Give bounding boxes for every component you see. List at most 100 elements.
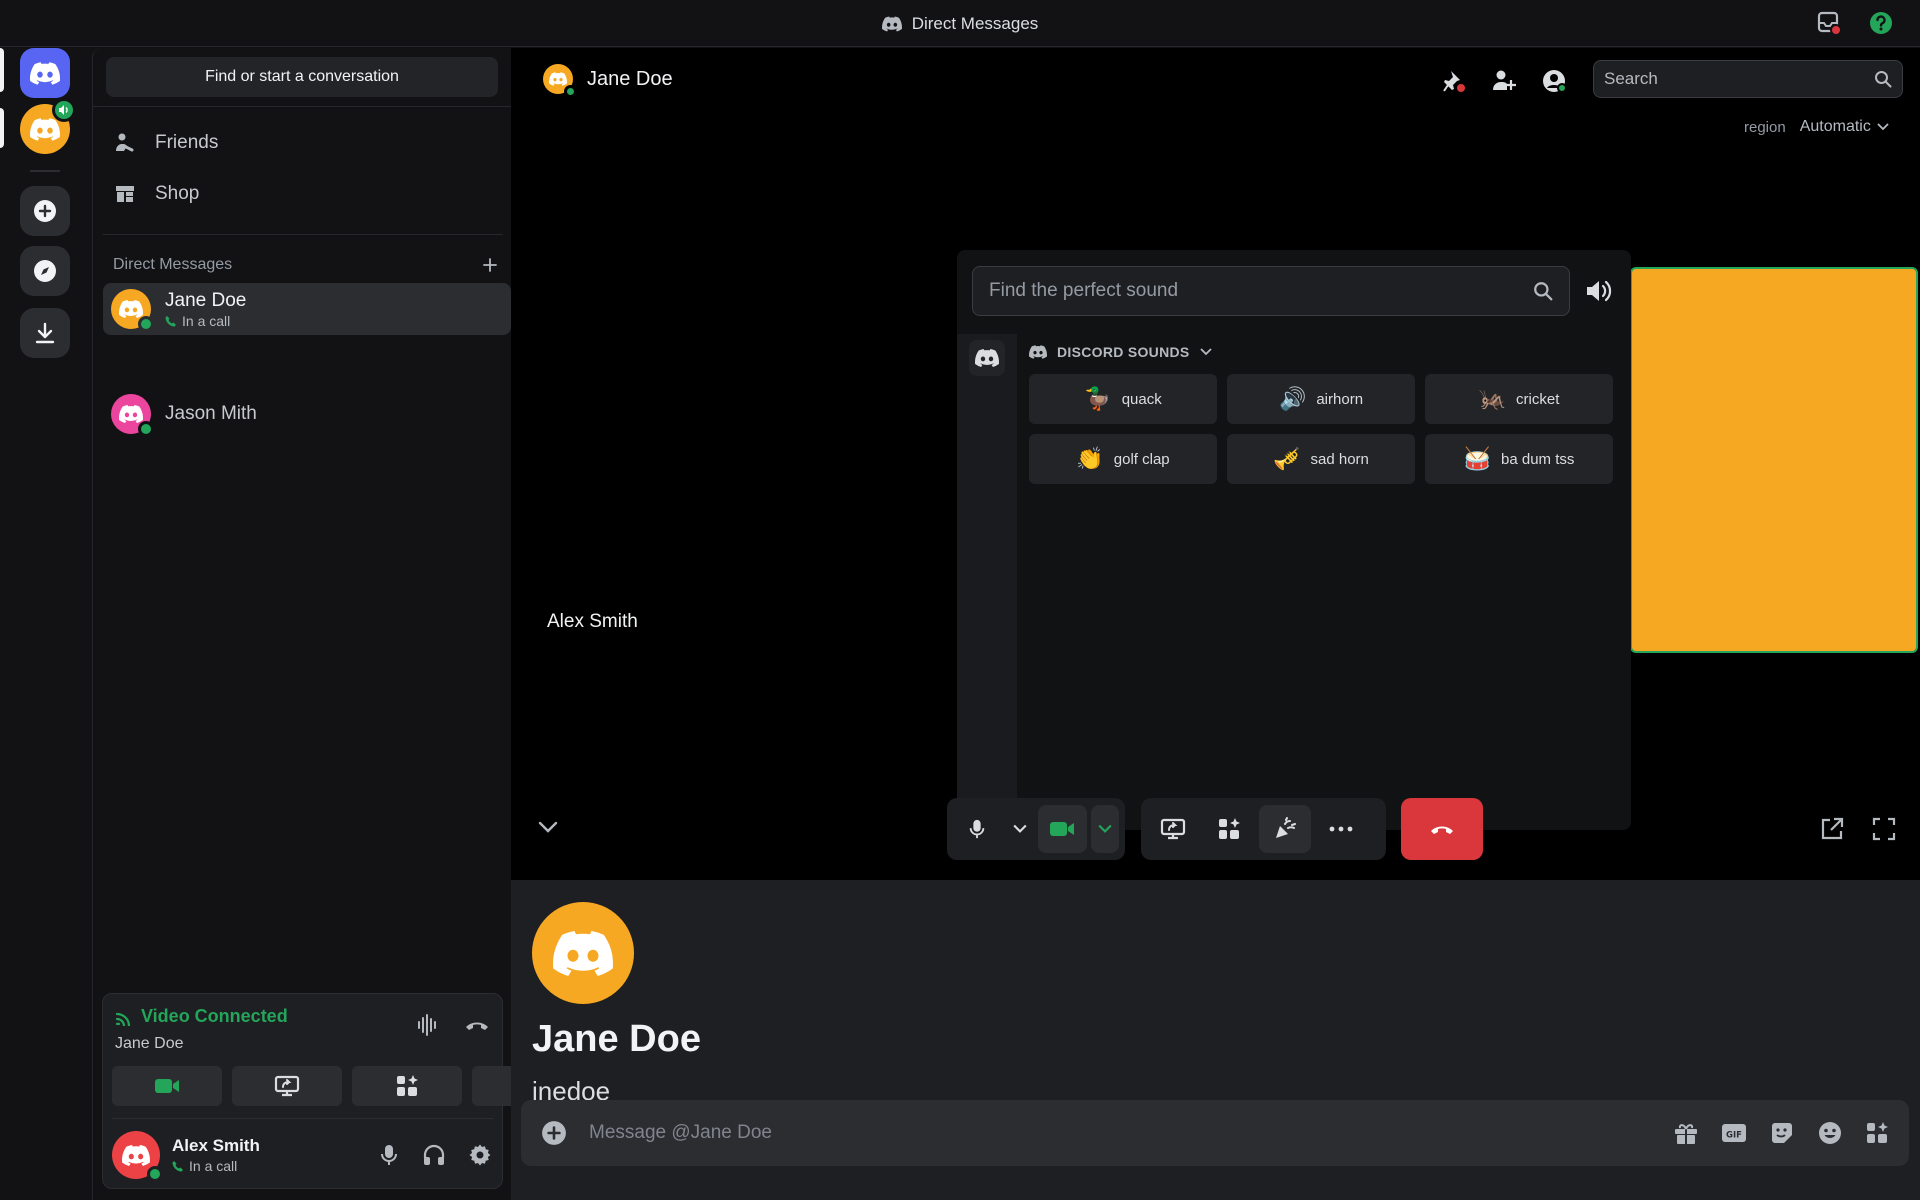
- camera-options-button[interactable]: [1090, 805, 1119, 853]
- speaker-icon: 🔊: [1278, 386, 1307, 412]
- activities-button[interactable]: [1203, 805, 1255, 853]
- discord-sounds-category-button[interactable]: [969, 340, 1005, 376]
- avatar[interactable]: [543, 64, 577, 98]
- dm-header-label: Direct Messages: [113, 256, 233, 273]
- microphone-icon[interactable]: [378, 1143, 400, 1167]
- voice-status[interactable]: Video Connected: [115, 1006, 288, 1027]
- noise-suppression-button[interactable]: [416, 1014, 440, 1036]
- title-bar: Direct Messages: [0, 0, 1920, 47]
- download-apps-button[interactable]: [20, 308, 70, 358]
- sound-button-airhorn[interactable]: 🔊 airhorn: [1227, 374, 1415, 424]
- add-friends-icon[interactable]: [1491, 68, 1517, 94]
- find-conversation-button[interactable]: Find or start a conversation: [106, 57, 498, 97]
- message-composer: Message @Jane Doe GIF: [521, 1100, 1909, 1166]
- more-options-button[interactable]: [1315, 805, 1367, 853]
- phone-icon: [165, 315, 176, 326]
- dm-item-jane-doe[interactable]: Jane Doe In a call: [103, 283, 511, 335]
- gift-icon[interactable]: [1673, 1121, 1699, 1145]
- cricket-icon: 🦗: [1478, 386, 1507, 412]
- sound-button-ba-dum-tss[interactable]: 🥁 ba dum tss: [1425, 434, 1613, 484]
- end-call-button[interactable]: [1401, 798, 1483, 860]
- online-status-dot: [138, 316, 154, 332]
- profile-avatar[interactable]: [532, 902, 634, 1004]
- discord-logo-icon: [30, 117, 60, 141]
- audio-options-button[interactable]: [1006, 805, 1034, 853]
- pop-out-icon[interactable]: [1819, 816, 1845, 842]
- headphones-icon[interactable]: [422, 1143, 446, 1167]
- add-server-button[interactable]: [20, 186, 70, 236]
- download-icon: [35, 322, 55, 344]
- discord-logo-icon: [119, 405, 143, 423]
- soundboard-button[interactable]: [1259, 805, 1311, 853]
- call-header-name[interactable]: Jane Doe: [587, 68, 673, 91]
- sharing-controls: [1141, 798, 1386, 860]
- rail-active-pill: [0, 48, 4, 92]
- camera-icon: [1050, 822, 1075, 836]
- plus-icon[interactable]: [482, 257, 498, 273]
- dm-call-avatar-button[interactable]: [20, 98, 76, 154]
- sound-button-quack[interactable]: 🦆 quack: [1029, 374, 1217, 424]
- discord-logo-icon: [975, 349, 999, 367]
- user-profile-icon[interactable]: [1541, 68, 1567, 94]
- soundboard-icon: [1276, 817, 1296, 838]
- dm-section-header: Direct Messages: [113, 256, 498, 274]
- activities-button[interactable]: [352, 1066, 462, 1106]
- plus-circle-icon[interactable]: [541, 1120, 567, 1146]
- pin-icon[interactable]: [1441, 68, 1467, 94]
- friends-icon: [116, 133, 134, 152]
- sound-search-input[interactable]: Find the perfect sound: [972, 266, 1570, 316]
- apps-icon[interactable]: [1865, 1121, 1889, 1145]
- drum-icon: 🥁: [1463, 446, 1492, 472]
- region-value: Automatic: [1799, 118, 1871, 135]
- phone-icon: [172, 1161, 183, 1172]
- sound-button-sad-horn[interactable]: 🎺 sad horn: [1227, 434, 1415, 484]
- sound-category-header[interactable]: DISCORD SOUNDS: [1029, 344, 1212, 360]
- profile-display-name: Jane Doe: [532, 1018, 701, 1060]
- discord-logo-icon: [1029, 345, 1047, 359]
- sound-button-cricket[interactable]: 🦗 cricket: [1425, 374, 1613, 424]
- sound-label: sad horn: [1310, 450, 1369, 468]
- camera-icon: [155, 1079, 179, 1093]
- duck-icon: 🦆: [1084, 386, 1112, 412]
- region-dropdown[interactable]: Automatic: [1800, 118, 1889, 136]
- sound-button-golf-clap[interactable]: 👏 golf clap: [1029, 434, 1217, 484]
- discord-logo-icon: [549, 72, 567, 86]
- fullscreen-icon[interactable]: [1871, 816, 1897, 842]
- sound-label: quack: [1121, 390, 1162, 408]
- clapping-hands-icon: 👏: [1076, 446, 1104, 472]
- mute-button[interactable]: [953, 805, 1002, 853]
- video-button[interactable]: [112, 1066, 222, 1106]
- call-header: Jane Doe: [543, 64, 673, 98]
- home-button[interactable]: [20, 48, 70, 98]
- sticker-icon[interactable]: [1769, 1120, 1795, 1146]
- collapse-call-button[interactable]: [538, 820, 558, 834]
- waveform-icon: [418, 1014, 436, 1036]
- volume-icon[interactable]: [1585, 278, 1613, 304]
- sidebar-item-friends[interactable]: Friends: [113, 123, 218, 163]
- user-avatar[interactable]: [112, 1131, 163, 1182]
- gear-icon[interactable]: [468, 1143, 492, 1167]
- gif-icon[interactable]: GIF: [1721, 1122, 1747, 1144]
- online-status-dot: [138, 421, 154, 437]
- user-info[interactable]: Alex Smith In a call: [172, 1136, 260, 1174]
- sidebar-divider: [93, 106, 512, 107]
- participant-video-tile[interactable]: [1630, 267, 1918, 653]
- disconnect-button[interactable]: [464, 1014, 490, 1036]
- voice-channel-name[interactable]: Jane Doe: [115, 1035, 184, 1053]
- inbox-icon[interactable]: [1816, 10, 1842, 36]
- sidebar-item-shop[interactable]: Shop: [113, 174, 199, 214]
- avatar: [111, 394, 154, 437]
- message-input[interactable]: Message @Jane Doe: [589, 1122, 1651, 1144]
- screen-share-button[interactable]: [1147, 805, 1199, 853]
- discord-logo-icon: [122, 1144, 150, 1166]
- camera-button[interactable]: [1038, 805, 1087, 853]
- dm-item-jason-mith[interactable]: Jason Mith: [103, 388, 511, 440]
- discover-button[interactable]: [20, 246, 70, 296]
- screen-share-button[interactable]: [232, 1066, 342, 1106]
- window-title-text: Direct Messages: [911, 13, 1039, 33]
- emoji-icon[interactable]: [1817, 1120, 1843, 1146]
- help-icon[interactable]: [1868, 10, 1894, 36]
- speaker-badge-icon: [52, 98, 76, 122]
- search-input[interactable]: Search: [1593, 60, 1903, 98]
- sound-grid: 🦆 quack 🔊 airhorn 🦗 cricket 👏 golf clap …: [1029, 374, 1613, 484]
